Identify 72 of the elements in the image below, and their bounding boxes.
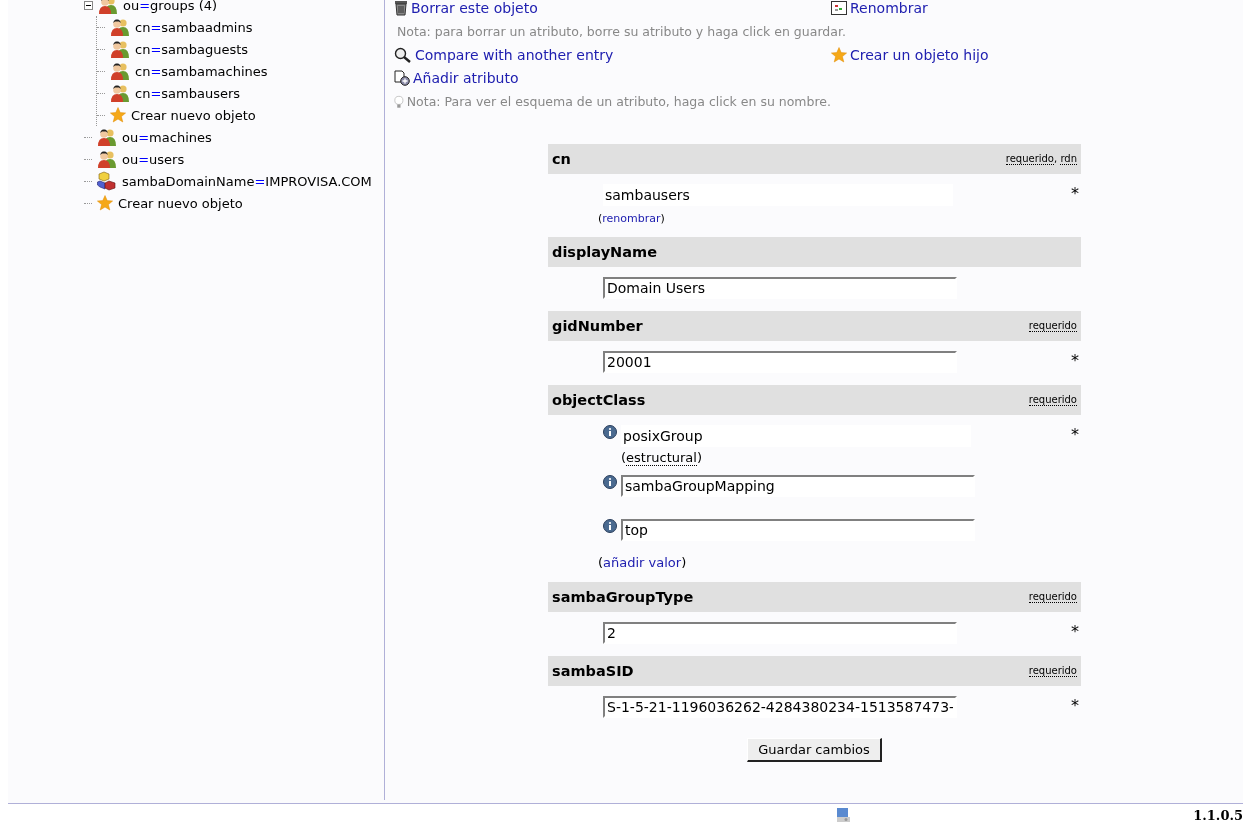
attribute-name[interactable]: objectClass	[552, 391, 646, 408]
people-icon	[98, 0, 118, 15]
value-note: (estructural)	[621, 449, 703, 465]
tree-item-label[interactable]: Crear nuevo objeto	[118, 195, 243, 211]
action-link[interactable]: Renombrar	[850, 0, 928, 16]
people-icon	[110, 17, 130, 37]
value-field[interactable]: 2	[603, 621, 957, 644]
attribute-tag: rdn	[1060, 152, 1077, 165]
action-link[interactable]: Borrar este objeto	[411, 0, 538, 16]
tree-item-label[interactable]: cn=sambausers	[135, 85, 241, 101]
star-icon	[110, 107, 126, 123]
paren-text: (	[598, 211, 603, 225]
value-field[interactable]: posixGroup	[621, 424, 971, 447]
tree-item-label[interactable]: ou=groups (4)	[123, 0, 218, 13]
people-icon	[110, 83, 130, 103]
attribute-tag: requerido	[1028, 393, 1077, 406]
attribute-name[interactable]: cn	[552, 150, 571, 167]
paren-text: )	[681, 554, 687, 570]
attribute-tag: requerido	[1028, 664, 1077, 677]
required-mark: *	[1071, 695, 1080, 715]
people-icon	[110, 61, 130, 81]
tree-item-label[interactable]: ou=machines	[122, 129, 212, 145]
value-field[interactable]: 20001	[603, 350, 957, 373]
attribute-name[interactable]: gidNumber	[552, 317, 643, 334]
tree-item-label[interactable]: ou=users	[122, 151, 185, 167]
star-icon	[831, 46, 847, 63]
attribute-name[interactable]: displayName	[552, 243, 657, 260]
required-mark: *	[1071, 424, 1080, 444]
document-add-icon	[394, 70, 410, 87]
required-mark: *	[1071, 621, 1080, 641]
people-icon	[97, 127, 117, 147]
attribute-tag: requerido	[1028, 590, 1077, 603]
magnifier-icon	[394, 46, 412, 63]
info-icon[interactable]	[603, 424, 617, 439]
note-text: Nota: para borrar un atributo, borre su atributo y haga click en guardar.	[397, 23, 846, 39]
required-mark: *	[1071, 183, 1080, 203]
tree-item-label[interactable]: sambaDomainName=IMPROVISA.COM	[122, 173, 372, 189]
attribute-tag: requerido	[1005, 152, 1054, 165]
cubes-icon	[97, 171, 117, 191]
collapse-icon[interactable]	[84, 0, 93, 10]
attribute-name[interactable]: sambaGroupType	[552, 588, 694, 605]
action-link[interactable]: renombrar	[602, 211, 661, 225]
action-link[interactable]: Añadir atributo	[413, 70, 519, 87]
value-field[interactable]: sambausers	[603, 183, 953, 206]
tag-separator: ,	[1054, 152, 1059, 165]
value-field[interactable]: top	[621, 518, 975, 541]
paren-text: )	[660, 211, 665, 225]
tree-item-label[interactable]: cn=sambaguests	[135, 41, 249, 57]
attribute-name[interactable]: sambaSID	[552, 662, 634, 679]
tree-item-label[interactable]: cn=sambaadmins	[135, 19, 253, 35]
paren-text: (	[598, 554, 604, 570]
tree-item-label[interactable]: cn=sambamachines	[135, 63, 268, 79]
version-label: 1.1.0.5	[1193, 807, 1243, 823]
action-link[interactable]: añadir valor	[603, 554, 682, 570]
value-field[interactable]: sambaGroupMapping	[621, 474, 975, 497]
trash-icon	[394, 0, 408, 16]
star-icon	[97, 195, 113, 211]
tree-item-label[interactable]: Crear nuevo objeto	[131, 107, 256, 123]
required-mark: *	[1071, 350, 1080, 370]
people-icon	[110, 39, 130, 59]
computer-icon	[835, 807, 851, 823]
action-link[interactable]: Compare with another entry	[415, 46, 614, 63]
people-icon	[97, 149, 117, 169]
lightbulb-icon	[394, 93, 404, 110]
note-text: Nota: Para ver el esquema de un atributo, haga click en su nombre.	[406, 94, 831, 110]
info-icon[interactable]	[603, 518, 617, 533]
value-field[interactable]: S-1-5-21-1196036262-4284380234-1513587473-	[603, 695, 957, 718]
action-link[interactable]: Crear un objeto hijo	[850, 46, 989, 63]
save-button[interactable]: Guardar cambios	[747, 737, 882, 762]
value-field[interactable]: Domain Users	[603, 276, 957, 299]
attribute-tag: requerido	[1028, 319, 1077, 332]
info-icon[interactable]	[603, 474, 617, 489]
